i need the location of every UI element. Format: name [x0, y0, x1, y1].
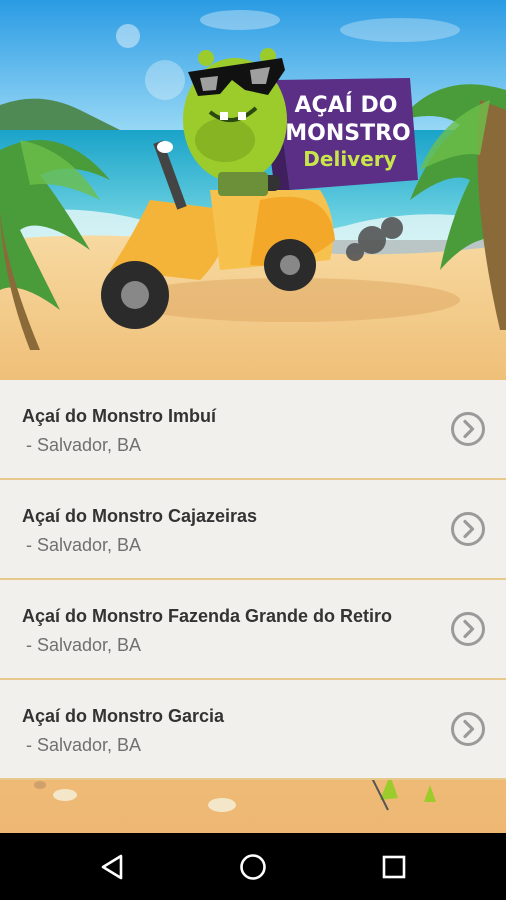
- recents-square-icon[interactable]: [377, 850, 411, 884]
- beach-illustration: AÇAÍ DO MONSTRO Delivery: [0, 0, 506, 380]
- store-list-item[interactable]: Açaí do Monstro Fazenda Grande do Retiro…: [0, 580, 506, 680]
- store-name: Açaí do Monstro Garcia: [22, 706, 225, 726]
- logo-line-3: Delivery: [303, 147, 396, 171]
- store-list-item[interactable]: Açaí do Monstro Imbuí - Salvador, BA: [0, 380, 506, 480]
- store-list-item[interactable]: Açaí do Monstro Garcia - Salvador, BA: [0, 680, 506, 780]
- store-name: Açaí do Monstro Fazenda Grande do Retiro: [22, 606, 393, 626]
- back-triangle-icon[interactable]: [96, 850, 130, 884]
- store-name: Açaí do Monstro Cajazeiras: [22, 506, 258, 526]
- header-banner: AÇAÍ DO MONSTRO Delivery: [0, 0, 506, 380]
- chevron-right-circle-icon[interactable]: [450, 611, 486, 647]
- logo-line-1: AÇAÍ DO: [294, 92, 397, 118]
- store-city: - Salvador, BA: [26, 635, 142, 655]
- store-list-item[interactable]: Açaí do Monstro Cajazeiras - Salvador, B…: [0, 480, 506, 580]
- store-city: - Salvador, BA: [26, 535, 142, 555]
- system-navigation-bar: [0, 833, 506, 900]
- store-city: - Salvador, BA: [26, 735, 142, 755]
- app-screen: AÇAÍ DO MONSTRO Delivery Açaí do Monstro…: [0, 0, 506, 833]
- chevron-right-circle-icon[interactable]: [450, 511, 486, 547]
- chevron-right-circle-icon[interactable]: [450, 711, 486, 747]
- store-list: Açaí do Monstro Imbuí - Salvador, BA Aça…: [0, 380, 506, 780]
- store-city: - Salvador, BA: [26, 435, 142, 455]
- home-circle-icon[interactable]: [236, 850, 270, 884]
- logo-line-2: MONSTRO: [285, 121, 411, 146]
- store-name: Açaí do Monstro Imbuí: [22, 406, 217, 426]
- chevron-right-circle-icon[interactable]: [450, 411, 486, 447]
